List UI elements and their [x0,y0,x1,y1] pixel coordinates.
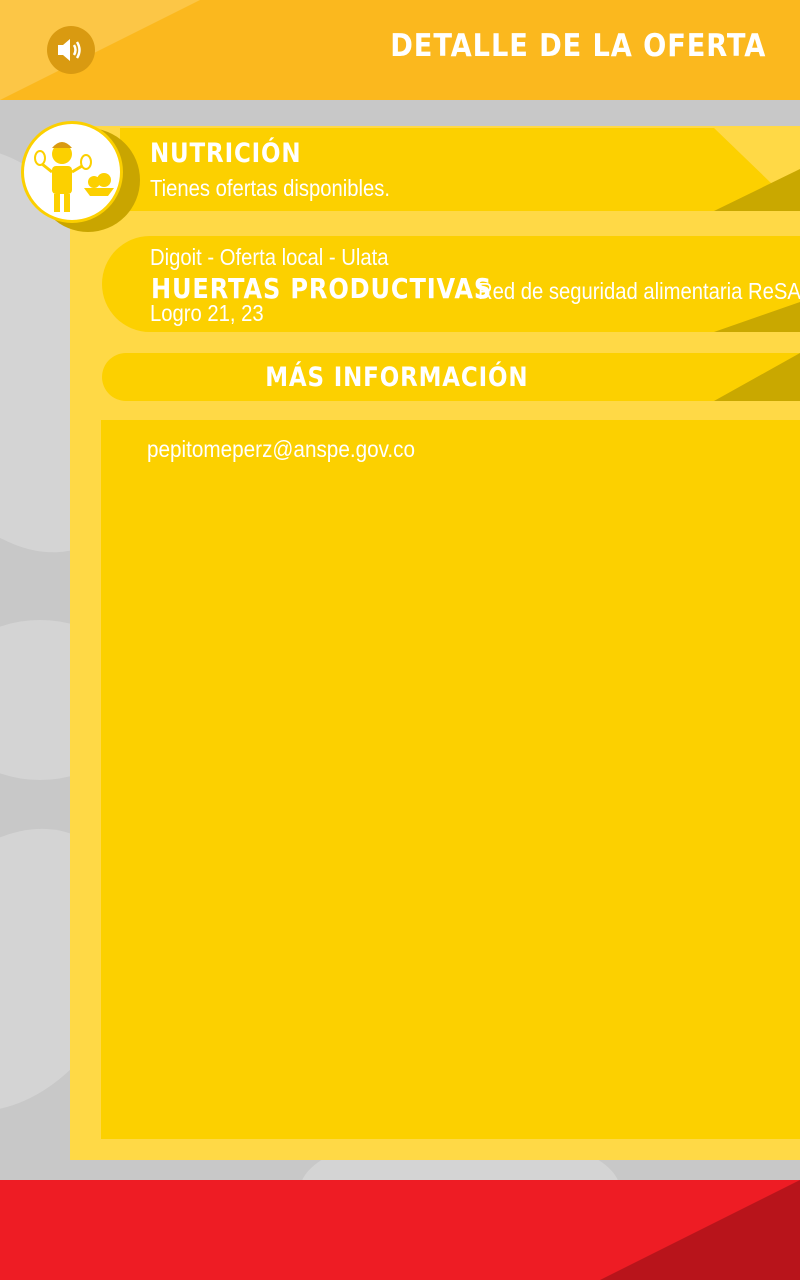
speaker-icon [58,39,81,61]
more-info-button[interactable]: MÁS INFORMACIÓN [102,353,800,401]
more-info-label: MÁS INFORMACIÓN [265,361,529,393]
page-title: DETALLE DE LA OFERTA [389,28,766,64]
nutrition-person-icon [34,142,114,212]
offer-meta: Digoit - Oferta local - Ulata [150,244,389,270]
header-decoration [0,0,200,100]
offer-program: Red de seguridad alimentaria ReSA [478,278,800,304]
info-box [101,420,800,1139]
offer-logro: Logro 21, 23 [150,300,264,326]
category-title: NUTRICIÓN [150,138,302,169]
category-subtitle: Tienes ofertas disponibles. [150,175,391,201]
category-avatar [21,121,123,223]
contact-email[interactable]: pepitomeperz@anspe.gov.co [147,436,415,463]
app-footer [0,1180,800,1280]
footer-decoration [600,1180,800,1280]
app-header: DETALLE DE LA OFERTA [0,0,800,100]
sound-button[interactable] [47,26,95,74]
